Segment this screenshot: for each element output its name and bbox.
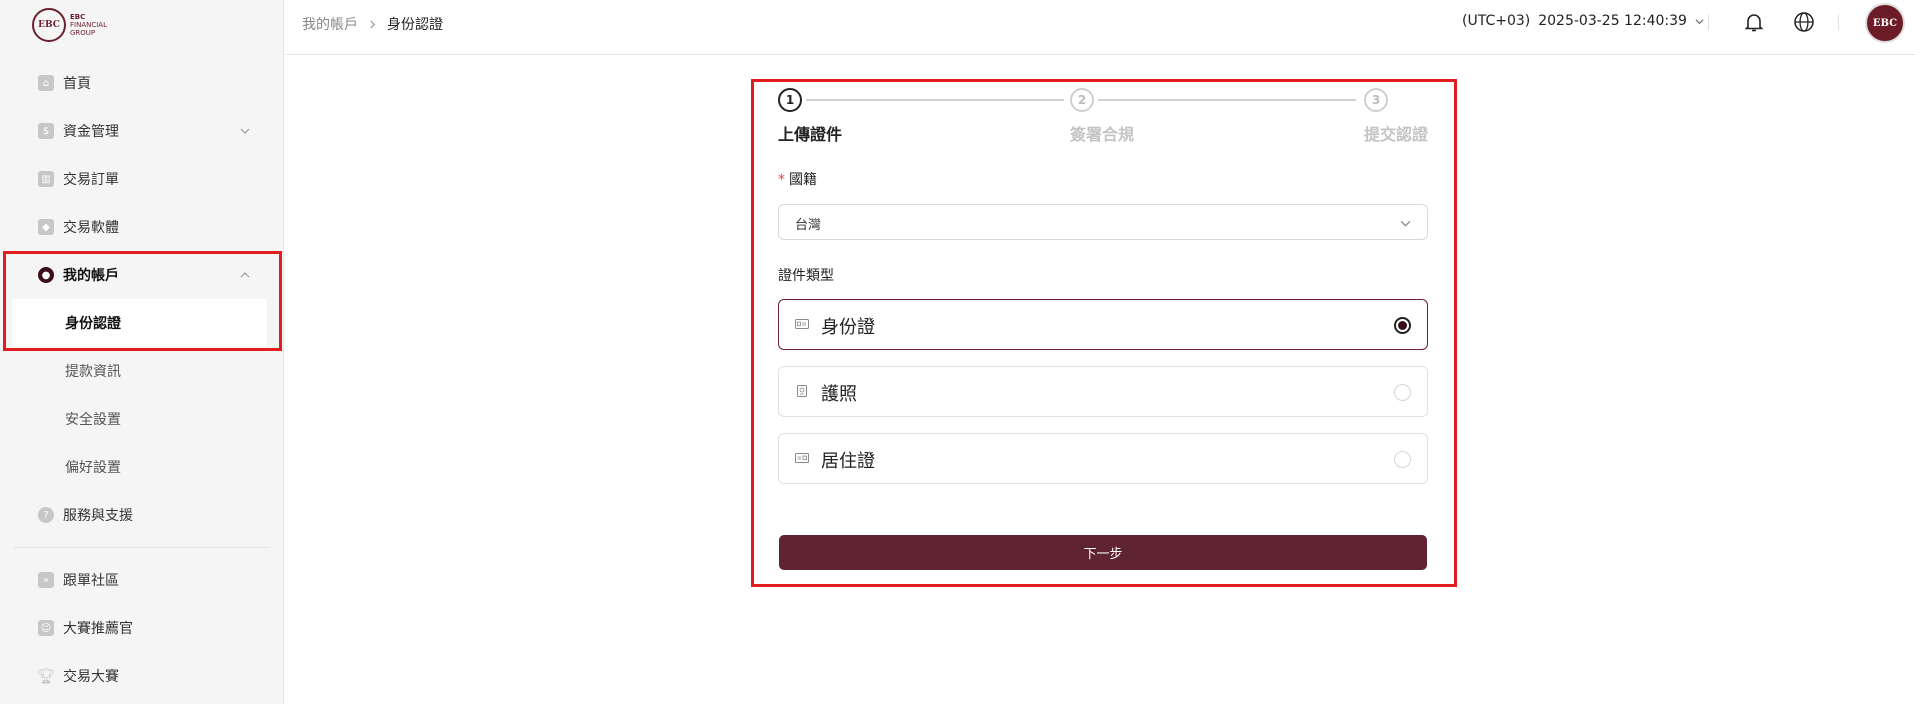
sidebar-item-withdrawal-info[interactable]: 提款資訊	[0, 347, 284, 395]
sidebar-item-preferences[interactable]: 偏好設置	[0, 443, 284, 491]
chevron-down-icon	[1695, 18, 1704, 24]
doc-option-residence-permit[interactable]: 居住證	[778, 433, 1428, 484]
step-1-indicator: 1	[778, 88, 802, 112]
chevron-down-icon	[240, 128, 250, 134]
timezone-selector[interactable]: (UTC+03) 2025-03-25 12:40:39	[1462, 13, 1704, 29]
timezone-label: (UTC+03)	[1462, 13, 1531, 29]
nationality-select[interactable]: 台灣	[778, 204, 1428, 240]
sidebar-item-my-account[interactable]: ● 我的帳戶	[0, 251, 284, 299]
sidebar-item-funds[interactable]: $ 資金管理	[0, 107, 284, 155]
step-2-label: 簽署合規	[1070, 125, 1135, 144]
chart-icon: ▥	[38, 171, 54, 187]
logo-emblem: EBC	[32, 8, 66, 42]
step-progress: 1 2 3 上傳證件 簽署合規 提交認證	[778, 88, 1428, 148]
logo-wordmark: EBC FINANCIAL GROUP	[70, 13, 107, 37]
doc-option-id-card[interactable]: 身份證	[778, 299, 1428, 350]
passport-icon	[797, 385, 807, 397]
sidebar-item-software[interactable]: ◆ 交易軟體	[0, 203, 284, 251]
sidebar-item-competition[interactable]: 🏆︎ 交易大賽	[0, 652, 284, 700]
chevron-down-icon	[1400, 220, 1411, 227]
step-3-label: 提交認證	[1363, 125, 1428, 144]
radio-selected[interactable]	[1394, 317, 1411, 334]
step-connector	[1098, 99, 1356, 101]
user-icon: ●	[38, 267, 54, 283]
forward-icon: »	[38, 572, 54, 588]
chevron-up-icon	[240, 272, 250, 278]
sidebar: EBC EBC FINANCIAL GROUP ⌂ 首頁 $ 資金管理 ▥ 交易…	[0, 0, 284, 704]
wallet-icon: $	[38, 123, 54, 139]
home-icon: ⌂	[38, 75, 54, 91]
sidebar-item-orders[interactable]: ▥ 交易訂單	[0, 155, 284, 203]
sidebar-item-copy-trading[interactable]: » 跟單社區	[0, 556, 284, 604]
sidebar-item-referral[interactable]: ☺ 大賽推薦官	[0, 604, 284, 652]
next-step-button[interactable]: 下一步	[779, 535, 1427, 570]
doc-option-label: 護照	[821, 384, 857, 405]
nationality-label: * 國籍	[778, 172, 817, 188]
brand-logo[interactable]: EBC EBC FINANCIAL GROUP	[32, 8, 107, 42]
sidebar-divider	[14, 547, 269, 548]
nationality-value: 台灣	[795, 218, 822, 233]
breadcrumb: 我的帳戶 身份認證	[302, 14, 443, 34]
datetime-label: 2025-03-25 12:40:39	[1538, 13, 1687, 29]
trophy-icon: 🏆︎	[36, 667, 56, 685]
doc-option-label: 居住證	[821, 451, 875, 472]
sidebar-item-identity-verification[interactable]: 身份認證	[12, 299, 267, 347]
doc-option-label: 身份證	[821, 317, 875, 338]
step-connector	[806, 99, 1064, 101]
doc-option-passport[interactable]: 護照	[778, 366, 1428, 417]
radio-unselected[interactable]	[1394, 384, 1411, 401]
sidebar-item-support[interactable]: ? 服務與支援	[0, 491, 284, 539]
header-divider	[1838, 14, 1839, 30]
step-3-indicator: 3	[1364, 88, 1388, 112]
header-divider	[1708, 14, 1709, 30]
globe-icon[interactable]	[1792, 10, 1816, 34]
avatar[interactable]: EBC	[1865, 3, 1905, 43]
sidebar-item-security[interactable]: 安全設置	[0, 395, 284, 443]
step-2-indicator: 2	[1070, 88, 1094, 112]
breadcrumb-parent[interactable]: 我的帳戶	[302, 14, 358, 34]
radio-unselected[interactable]	[1394, 451, 1411, 468]
step-1-label: 上傳證件	[778, 125, 843, 144]
help-icon: ?	[38, 507, 54, 523]
person-icon: ☺	[38, 620, 54, 636]
id-card-icon	[795, 319, 809, 329]
required-mark: *	[778, 172, 785, 188]
bell-icon[interactable]	[1742, 10, 1766, 34]
breadcrumb-current: 身份認證	[387, 17, 443, 33]
sidebar-item-home[interactable]: ⌂ 首頁	[0, 59, 284, 107]
top-header: 我的帳戶 身份認證 (UTC+03) 2025-03-25 12:40:39 E…	[285, 0, 1915, 55]
document-type-label: 證件類型	[778, 268, 834, 284]
residence-card-icon	[795, 453, 809, 463]
cube-icon: ◆	[38, 219, 54, 235]
chevron-right-icon	[370, 19, 376, 29]
